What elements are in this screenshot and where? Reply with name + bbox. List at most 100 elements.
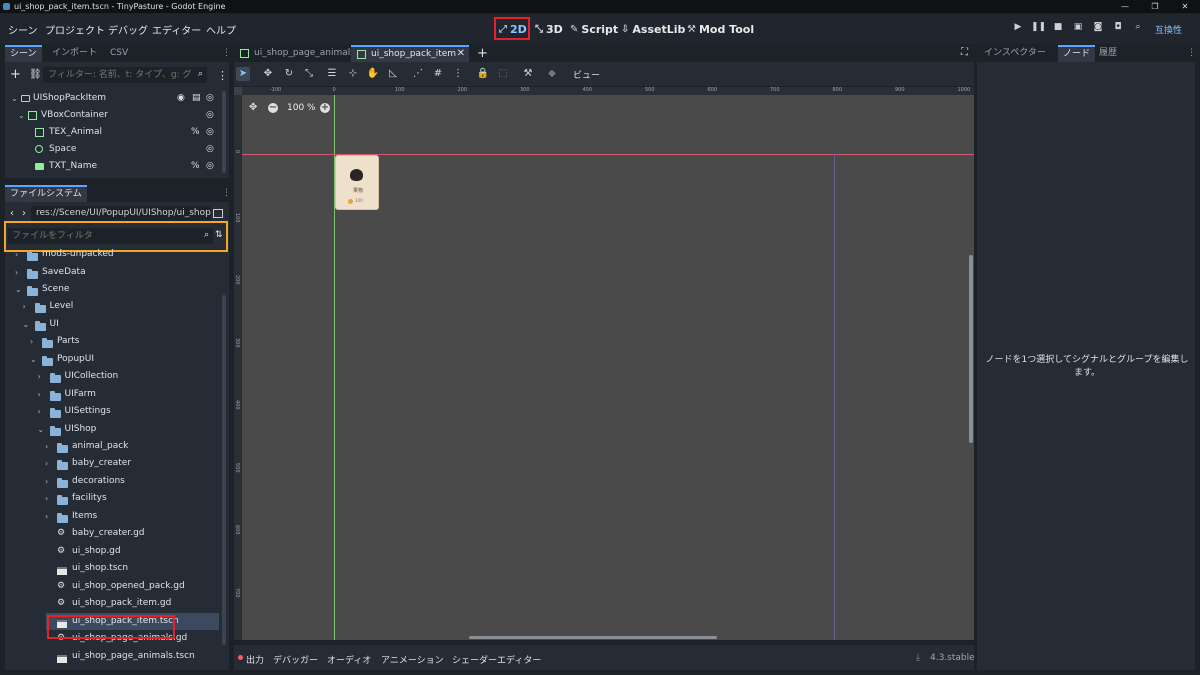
visibility-eye-icon[interactable]: ◎ <box>206 90 214 107</box>
chevron-right-icon[interactable]: › <box>38 403 41 420</box>
tab-inspector[interactable]: インスペクター <box>979 45 1051 62</box>
minimize-icon[interactable]: — <box>1110 0 1140 13</box>
remote-debug-icon[interactable]: ▣ <box>1071 22 1085 36</box>
folder-row[interactable]: › facilitys <box>5 490 218 507</box>
menu-editor[interactable]: エディター <box>152 22 201 37</box>
select-mode-icon[interactable]: ➤ <box>236 67 250 81</box>
folder-row[interactable]: › baby_creater <box>5 455 218 472</box>
dock-menu-icon[interactable]: ⋮ <box>1182 45 1200 62</box>
tab-import[interactable]: インポート <box>47 45 102 62</box>
folder-row[interactable]: › Parts <box>5 333 218 350</box>
add-node-icon[interactable]: + <box>10 67 21 82</box>
folder-row[interactable]: ⌄ PopupUI <box>5 351 218 368</box>
workspace-modtool-button[interactable]: ⚒ Mod Tool <box>687 20 754 38</box>
distraction-free-icon[interactable]: ⛶ <box>961 47 968 58</box>
folder-row[interactable]: ⌄ Scene <box>5 281 218 298</box>
stop-icon[interactable]: ■ <box>1051 22 1065 36</box>
file-row[interactable]: ⚙ baby_creater.gd <box>5 525 218 542</box>
tab-scene[interactable]: シーン <box>5 45 42 62</box>
visibility-eye-icon[interactable]: ◎ <box>206 124 214 141</box>
menu-debug[interactable]: デバッグ <box>108 22 148 37</box>
tree-row-txt-name[interactable]: TXT_Name % ◎ <box>5 158 220 175</box>
pivot-icon[interactable]: ⊹ <box>346 67 360 81</box>
chevron-right-icon[interactable]: › <box>15 246 18 263</box>
group-icon[interactable]: ⬚ <box>496 67 510 81</box>
bones-icon[interactable]: ⚒ <box>521 67 535 81</box>
script-attached-icon[interactable]: ▤ <box>192 90 201 107</box>
tree-row-space[interactable]: Space ◎ <box>5 141 220 158</box>
list-select-icon[interactable]: ☰ <box>325 67 339 81</box>
folder-row[interactable]: ⌄ UIShop <box>5 421 218 438</box>
tree-row-root[interactable]: ⌄ UIShopPackItem ◉ ▤ ◎ <box>5 90 220 107</box>
snap-options-icon[interactable]: ⋮ <box>451 67 465 81</box>
chevron-right-icon[interactable]: › <box>38 368 41 385</box>
chevron-right-icon[interactable]: › <box>23 298 26 315</box>
close-icon[interactable]: ✕ <box>1170 0 1200 13</box>
pack-item-card[interactable]: 果物 100 <box>335 155 379 210</box>
bottom-tab-animation[interactable]: アニメーション <box>381 653 444 666</box>
chevron-right-icon[interactable]: › <box>45 455 48 472</box>
editor-tab-ui-shop-pack-item[interactable]: ui_shop_pack_item ✕ <box>351 45 469 62</box>
renderer-dropdown[interactable]: 互換性 <box>1155 23 1182 36</box>
smart-snap-icon[interactable]: ⋰ <box>411 67 425 81</box>
folder-row[interactable]: › decorations <box>5 473 218 490</box>
signal-icon[interactable]: ◉ <box>177 90 185 107</box>
folder-row[interactable]: › UISettings <box>5 403 218 420</box>
grid-snap-icon[interactable]: # <box>431 67 445 81</box>
canvas-viewport[interactable]: ✥ − 100 % + 果物 100 <box>242 95 974 640</box>
move-mode-icon[interactable]: ✥ <box>261 67 275 81</box>
play-scene-icon[interactable]: ◙ <box>1091 22 1105 36</box>
viewport-v-scrollbar[interactable] <box>969 255 973 443</box>
folder-row[interactable]: › mods-unpacked <box>5 246 218 263</box>
zoom-in-icon[interactable]: + <box>320 103 330 113</box>
menu-project[interactable]: プロジェクト <box>45 22 105 37</box>
workspace-script-button[interactable]: ✎ Script <box>570 20 618 38</box>
workspace-3d-button[interactable]: ⤡ 3D <box>535 20 563 38</box>
pan-mode-icon[interactable]: ✋ <box>366 67 380 81</box>
scene-menu-icon[interactable]: ⋮ <box>217 69 228 82</box>
bottom-tab-audio[interactable]: オーディオ <box>327 653 371 666</box>
chevron-right-icon[interactable]: › <box>45 438 48 455</box>
lock-icon[interactable]: 🔒 <box>476 67 490 81</box>
skeleton-icon[interactable]: ◆ <box>545 67 559 81</box>
movie-icon[interactable]: ⌕ <box>1131 22 1145 36</box>
zoom-level[interactable]: 100 % <box>287 103 316 113</box>
bottom-tab-output[interactable]: 出力 <box>246 653 264 666</box>
folder-row[interactable]: › UICollection <box>5 368 218 385</box>
bottom-tab-shader-editor[interactable]: シェーダーエディター <box>452 653 541 666</box>
chevron-right-icon[interactable]: › <box>45 473 48 490</box>
folder-row[interactable]: ⌄ UI <box>5 316 218 333</box>
folder-row[interactable]: › Items <box>5 508 218 525</box>
visibility-eye-icon[interactable]: ◎ <box>206 107 214 124</box>
ruler-mode-icon[interactable]: ◺ <box>386 67 400 81</box>
chevron-right-icon[interactable]: › <box>45 490 48 507</box>
zoom-out-icon[interactable]: − <box>268 103 278 113</box>
instance-scene-icon[interactable]: ⛓ <box>29 69 42 80</box>
chevron-right-icon[interactable]: › <box>45 508 48 525</box>
folder-row[interactable]: › SaveData <box>5 264 218 281</box>
chevron-down-icon[interactable]: ⌄ <box>15 281 22 298</box>
folder-row[interactable]: › Level <box>5 298 218 315</box>
back-icon[interactable]: ‹ <box>10 208 14 219</box>
tab-csv[interactable]: CSV <box>105 45 133 62</box>
chevron-right-icon[interactable]: › <box>38 386 41 403</box>
tree-row-tex-animal[interactable]: TEX_Animal % ◎ <box>5 124 220 141</box>
tab-filesystem[interactable]: ファイルシステム <box>5 185 87 202</box>
editor-tab-ui-shop-page-animals[interactable]: ui_shop_page_animals <box>234 45 361 62</box>
play-icon[interactable]: ▶ <box>1011 22 1025 36</box>
close-tab-icon[interactable]: ✕ <box>457 48 465 59</box>
chevron-down-icon[interactable]: ⌄ <box>38 421 45 438</box>
add-tab-icon[interactable]: + <box>477 46 488 61</box>
chevron-right-icon[interactable]: › <box>30 333 33 350</box>
workspace-assetlib-button[interactable]: ⇩ AssetLib <box>621 20 685 38</box>
scene-filter-input[interactable] <box>43 67 191 83</box>
file-row[interactable]: ui_shop_page_animals.tscn <box>5 648 218 665</box>
chevron-down-icon[interactable]: ⌄ <box>23 316 30 333</box>
tree-row-vbox[interactable]: ⌄ VBoxContainer ◎ <box>5 107 220 124</box>
file-row[interactable]: ⚙ ui_shop.gd <box>5 543 218 560</box>
scene-filter-box[interactable]: ⌕ <box>43 67 207 83</box>
folder-row[interactable]: › UIFarm <box>5 386 218 403</box>
scene-tree-scrollbar[interactable] <box>222 91 226 173</box>
path-field[interactable]: res://Scene/UI/PopupUI/UIShop/ui_shop <box>31 206 211 221</box>
viewport-h-scrollbar[interactable] <box>469 636 717 639</box>
